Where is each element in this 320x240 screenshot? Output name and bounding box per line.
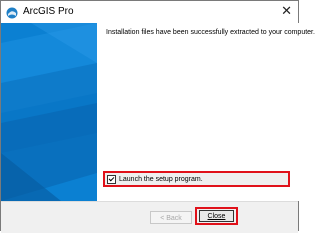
close-button[interactable]: Close xyxy=(199,210,234,222)
close-icon[interactable]: ✕ xyxy=(281,4,292,18)
extraction-message: Installation files have been successfull… xyxy=(106,29,315,36)
window-title: ArcGIS Pro xyxy=(23,6,74,17)
content-area: Installation files have been successfull… xyxy=(97,23,315,201)
launch-setup-option[interactable]: Launch the setup program. xyxy=(103,171,290,187)
close-button-highlight: Close xyxy=(195,207,238,225)
side-banner xyxy=(1,23,97,201)
arcgis-pro-icon xyxy=(6,6,18,19)
footer-bar: < Back Close xyxy=(1,201,298,233)
launch-setup-checkbox[interactable] xyxy=(107,174,116,184)
installer-window: ArcGIS Pro ✕ Installation files have bee… xyxy=(0,0,315,233)
back-button[interactable]: < Back xyxy=(150,211,192,224)
title-bar: ArcGIS Pro ✕ xyxy=(1,1,298,23)
launch-setup-label: Launch the setup program. xyxy=(119,175,203,183)
